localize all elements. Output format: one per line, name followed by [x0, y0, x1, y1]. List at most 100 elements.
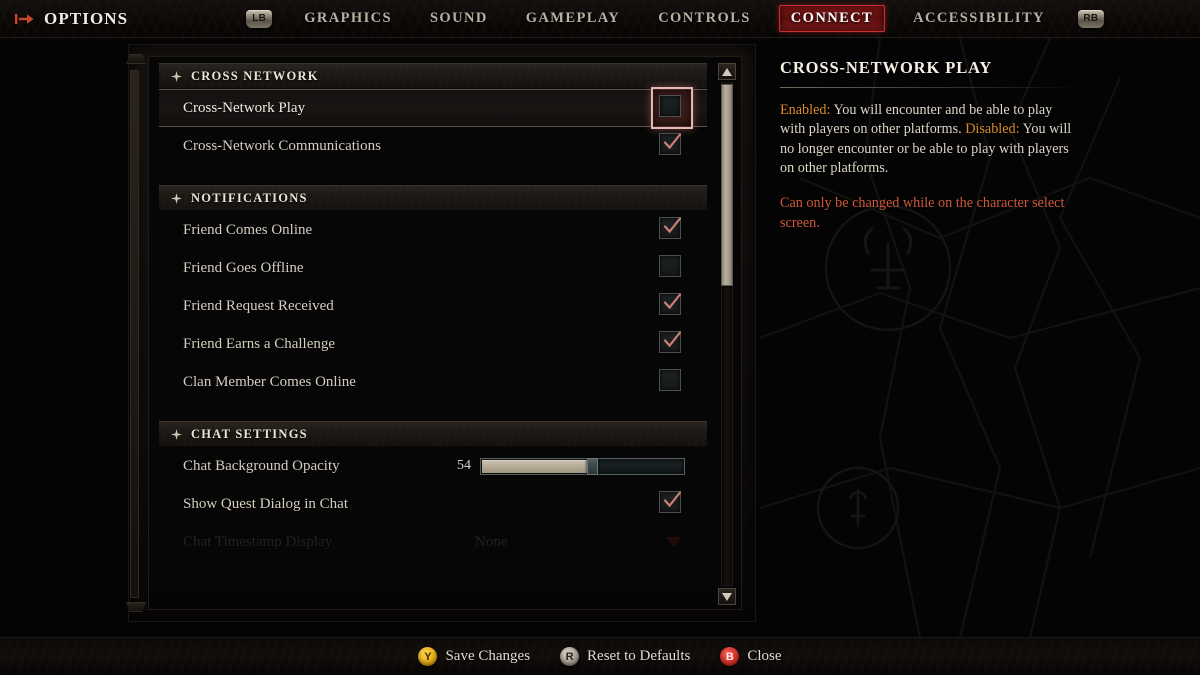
checkbox-box	[659, 255, 681, 277]
row-label: Friend Request Received	[183, 297, 334, 314]
action-close[interactable]: B Close	[720, 647, 782, 666]
section-body: Cross-Network Play Cross-Network Communi…	[159, 87, 707, 165]
tab-accessibility[interactable]: ACCESSIBILITY	[903, 5, 1055, 32]
row-label: Chat Timestamp Display	[183, 533, 333, 550]
row-friend-goes-offline[interactable]: Friend Goes Offline	[159, 249, 707, 287]
action-reset-to-defaults[interactable]: R Reset to Defaults	[560, 647, 690, 666]
settings-panel: CROSS NETWORK Cross-Network Play Cross-N…	[148, 56, 742, 610]
scrollbar-thumb[interactable]	[721, 84, 733, 286]
diamond-star-icon	[171, 192, 182, 204]
info-panel: CROSS-NETWORK PLAY Enabled: You will enc…	[780, 58, 1080, 233]
row-label: Friend Goes Offline	[183, 259, 304, 276]
close-label: Close	[747, 648, 782, 664]
row-label: Cross-Network Communications	[183, 137, 381, 154]
checkbox-box	[659, 215, 683, 239]
dropdown-value: None	[475, 533, 508, 550]
section-header-cross-network: CROSS NETWORK	[159, 63, 707, 89]
section-title: NOTIFICATIONS	[191, 190, 308, 205]
checkbox-box	[659, 131, 683, 155]
settings-scroll-viewport[interactable]: CROSS NETWORK Cross-Network Play Cross-N…	[149, 57, 717, 609]
checkmark-icon	[661, 215, 683, 237]
row-friend-request-received[interactable]: Friend Request Received	[159, 287, 707, 325]
row-show-quest-dialog-in-chat[interactable]: Show Quest Dialog in Chat	[159, 485, 707, 523]
section-body: Chat Background Opacity 54 Show Quest Di…	[159, 447, 707, 561]
checkbox-friend-request-received[interactable]	[659, 293, 685, 319]
enabled-keyword: Enabled:	[780, 102, 831, 118]
row-label: Friend Earns a Challenge	[183, 335, 336, 352]
checkbox-box	[659, 291, 683, 315]
section-chat-settings: CHAT SETTINGS Chat Background Opacity 54	[159, 421, 707, 561]
chevron-down-icon[interactable]	[663, 535, 685, 549]
checkbox-box	[659, 489, 683, 513]
panel-ornament-left	[130, 70, 139, 598]
info-warning: Can only be changed while on the charact…	[780, 195, 1065, 231]
row-chat-background-opacity[interactable]: Chat Background Opacity 54	[159, 447, 707, 485]
slider-handle[interactable]	[586, 457, 598, 475]
tab-gameplay[interactable]: GAMEPLAY	[516, 5, 630, 32]
row-clan-member-comes-online[interactable]: Clan Member Comes Online	[159, 363, 707, 401]
checkbox-friend-earns-a-challenge[interactable]	[659, 331, 685, 357]
row-chat-timestamp-display[interactable]: Chat Timestamp Display None	[159, 523, 707, 561]
checkbox-cross-network-communications[interactable]	[659, 133, 685, 159]
checkmark-icon	[661, 489, 683, 511]
row-label: Cross-Network Play	[183, 99, 306, 116]
checkmark-icon	[661, 329, 683, 351]
row-label: Chat Background Opacity	[183, 457, 340, 474]
bottom-action-bar: Y Save Changes R Reset to Defaults B Clo…	[0, 637, 1200, 675]
checkmark-icon	[661, 131, 683, 153]
scroll-up-button[interactable]	[718, 63, 736, 80]
info-description: Enabled: You will encounter and be able …	[780, 101, 1080, 178]
checkbox-box	[659, 329, 683, 353]
scroll-down-button[interactable]	[718, 588, 736, 605]
settings-scrollbar[interactable]	[718, 63, 736, 605]
section-cross-network: CROSS NETWORK Cross-Network Play Cross-N…	[159, 63, 707, 165]
diamond-star-icon	[171, 70, 182, 82]
section-title: CROSS NETWORK	[191, 68, 319, 83]
row-friend-comes-online[interactable]: Friend Comes Online	[159, 211, 707, 249]
slider-value: 54	[457, 458, 471, 473]
top-navigation-bar: OPTIONS LB GRAPHICS SOUND GAMEPLAY CONTR…	[0, 0, 1200, 38]
row-label: Show Quest Dialog in Chat	[183, 495, 348, 512]
slider-track[interactable]	[480, 457, 685, 475]
reset-to-defaults-label: Reset to Defaults	[587, 648, 691, 664]
section-notifications: NOTIFICATIONS Friend Comes Online Friend…	[159, 185, 707, 401]
checkbox-show-quest-dialog-in-chat[interactable]	[659, 491, 685, 517]
slider-chat-background-opacity[interactable]: 54	[441, 457, 685, 475]
section-title: CHAT SETTINGS	[191, 426, 308, 441]
info-body: Enabled: You will encounter and be able …	[780, 101, 1080, 233]
tab-graphics[interactable]: GRAPHICS	[294, 5, 402, 32]
page-title: OPTIONS	[44, 8, 129, 28]
options-arrow-icon	[14, 11, 36, 27]
button-b-icon: B	[720, 647, 740, 666]
row-cross-network-communications[interactable]: Cross-Network Communications	[159, 127, 707, 165]
checkmark-icon	[661, 291, 683, 313]
checkbox-friend-goes-offline[interactable]	[659, 255, 685, 281]
row-label: Clan Member Comes Online	[183, 373, 356, 390]
button-y-icon: Y	[418, 647, 438, 666]
checkbox-box	[659, 369, 681, 391]
left-bumper-badge[interactable]: LB	[246, 9, 273, 28]
row-label: Friend Comes Online	[183, 221, 313, 238]
diamond-star-icon	[171, 428, 182, 440]
section-header-chat-settings: CHAT SETTINGS	[159, 421, 707, 447]
dropdown-chat-timestamp-display[interactable]: None	[475, 534, 685, 551]
save-changes-label: Save Changes	[445, 648, 531, 664]
row-friend-earns-a-challenge[interactable]: Friend Earns a Challenge	[159, 325, 707, 363]
action-save-changes[interactable]: Y Save Changes	[418, 647, 530, 666]
section-header-notifications: NOTIFICATIONS	[159, 185, 707, 211]
tab-controls[interactable]: CONTROLS	[648, 5, 761, 32]
right-bumper-badge[interactable]: RB	[1077, 9, 1104, 28]
button-stick-icon: R	[560, 647, 580, 666]
info-title: CROSS-NETWORK PLAY	[780, 58, 993, 77]
options-screen: OPTIONS LB GRAPHICS SOUND GAMEPLAY CONTR…	[0, 0, 1200, 675]
row-cross-network-play[interactable]: Cross-Network Play	[159, 87, 707, 129]
tab-connect[interactable]: CONNECT	[778, 5, 886, 32]
settings-panel-frame: CROSS NETWORK Cross-Network Play Cross-N…	[126, 44, 756, 622]
checkbox-friend-comes-online[interactable]	[659, 217, 685, 243]
checkbox-cross-network-play[interactable]	[651, 87, 693, 129]
info-divider	[780, 87, 1080, 88]
slider-fill	[482, 459, 592, 473]
checkbox-box	[659, 95, 681, 117]
tab-sound[interactable]: SOUND	[420, 5, 498, 32]
checkbox-clan-member-comes-online[interactable]	[659, 369, 685, 395]
